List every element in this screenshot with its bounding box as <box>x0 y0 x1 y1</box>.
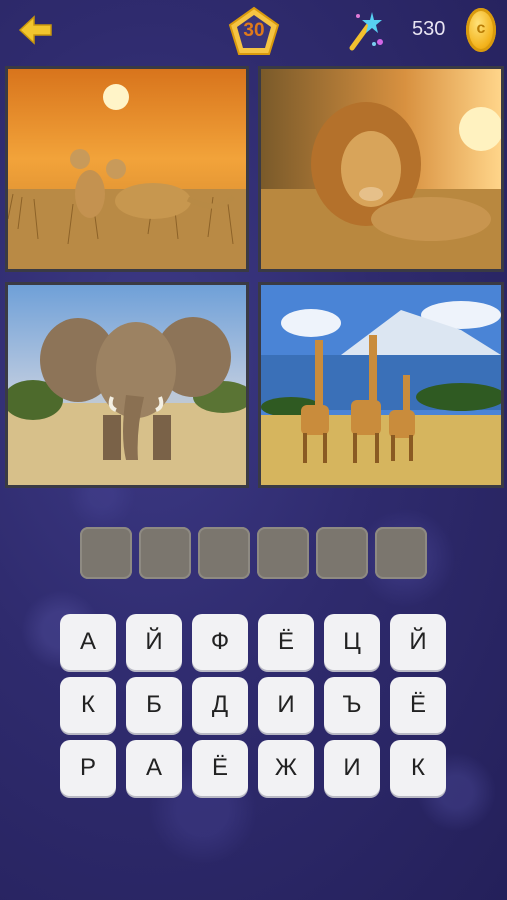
letter-key[interactable]: Ё <box>192 740 248 796</box>
top-bar: 30 530 c <box>0 0 507 62</box>
letter-key[interactable]: Й <box>390 614 446 670</box>
cheetahs-image <box>8 69 246 269</box>
answer-slot[interactable] <box>198 527 250 579</box>
level-badge: 30 <box>228 6 280 58</box>
answer-slot[interactable] <box>139 527 191 579</box>
answer-slot[interactable] <box>316 527 368 579</box>
answer-slot[interactable] <box>257 527 309 579</box>
photo-giraffes <box>258 282 504 488</box>
letter-key[interactable]: Ф <box>192 614 248 670</box>
coin-symbol: c <box>476 20 486 37</box>
giraffes-image <box>261 285 501 485</box>
letter-key[interactable]: Б <box>126 677 182 733</box>
letter-key[interactable]: Й <box>126 614 182 670</box>
coin-count: 530 <box>412 18 446 40</box>
letter-key[interactable]: И <box>258 677 314 733</box>
magic-wand-icon[interactable] <box>344 10 384 52</box>
photo-elephant <box>5 282 249 488</box>
letter-key[interactable]: Ж <box>258 740 314 796</box>
elephant-image <box>8 285 246 485</box>
answer-slot[interactable] <box>80 527 132 579</box>
answer-slot[interactable] <box>375 527 427 579</box>
letter-key[interactable]: Ё <box>258 614 314 670</box>
letter-key[interactable]: К <box>390 740 446 796</box>
letter-key[interactable]: К <box>60 677 116 733</box>
lion-image <box>261 69 501 269</box>
letter-key[interactable]: А <box>126 740 182 796</box>
coin-icon: c <box>466 8 496 52</box>
photo-cheetahs <box>5 66 249 272</box>
photo-lion <box>258 66 504 272</box>
back-arrow-icon[interactable] <box>18 14 54 46</box>
letter-key[interactable]: Ё <box>390 677 446 733</box>
letter-key[interactable]: Р <box>60 740 116 796</box>
letter-key[interactable]: А <box>60 614 116 670</box>
answer-slots <box>80 527 430 579</box>
letter-key[interactable]: Ъ <box>324 677 380 733</box>
letter-key[interactable]: И <box>324 740 380 796</box>
level-number: 30 <box>243 20 265 41</box>
letter-key[interactable]: Ц <box>324 614 380 670</box>
letter-key[interactable]: Д <box>192 677 248 733</box>
